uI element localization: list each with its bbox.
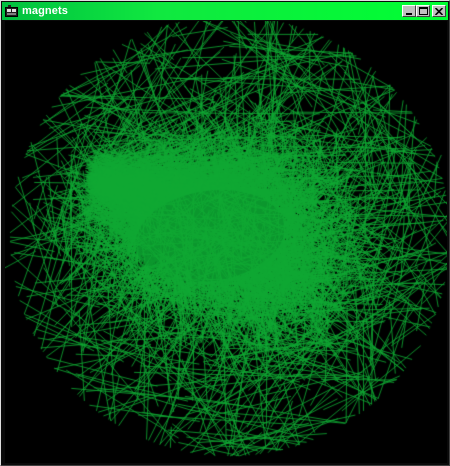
maximize-icon: [418, 7, 428, 15]
close-button[interactable]: [432, 5, 446, 17]
title-bar[interactable]: magnets: [2, 2, 448, 20]
minimize-button[interactable]: [402, 5, 416, 17]
maximize-button[interactable]: [416, 5, 430, 17]
minimize-icon: [406, 12, 412, 15]
magnets-line-canvas[interactable]: [5, 21, 447, 463]
app-window-icon[interactable]: [5, 4, 19, 18]
close-icon: [435, 7, 443, 15]
window-controls: [400, 5, 446, 17]
window-title: magnets: [22, 5, 68, 17]
magnets-canvas-area[interactable]: [5, 21, 447, 463]
magnets-window: magnets: [0, 0, 450, 466]
